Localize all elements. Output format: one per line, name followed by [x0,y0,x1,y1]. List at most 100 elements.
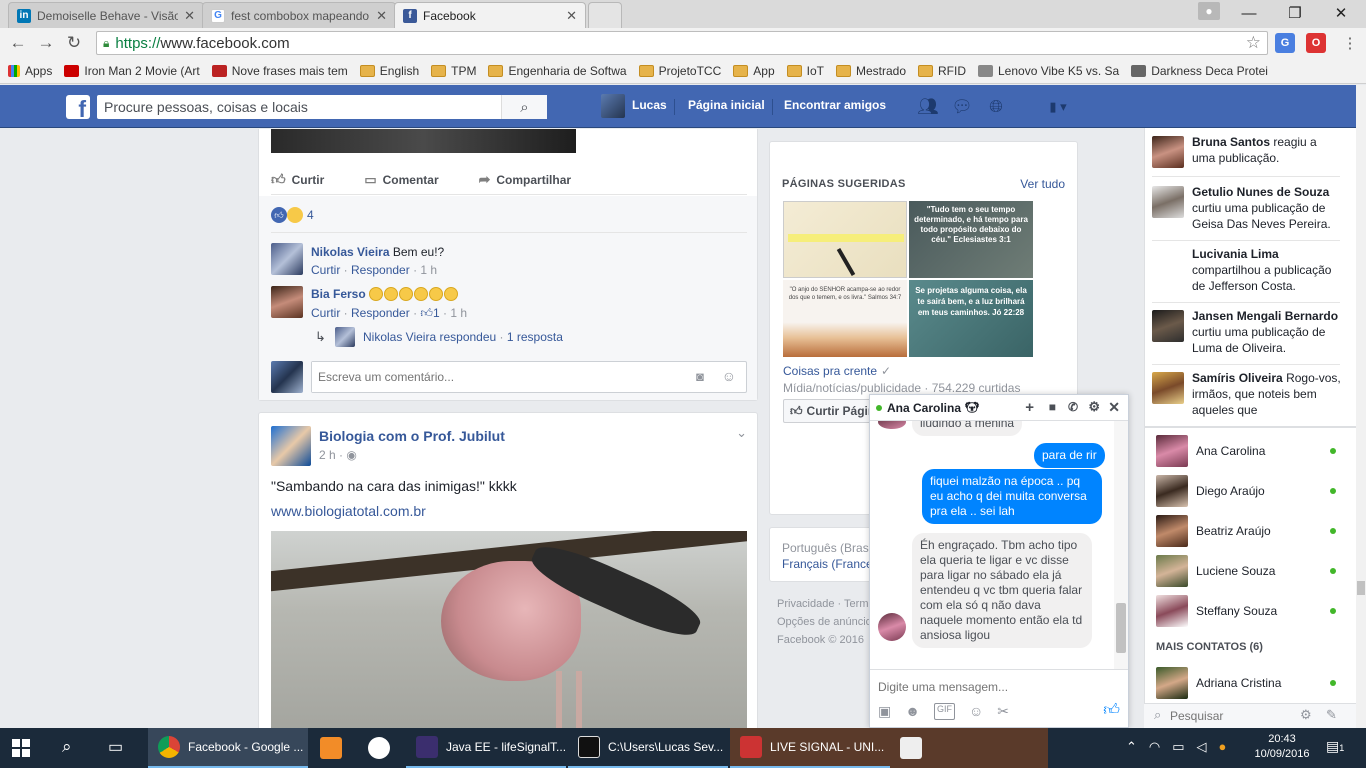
like-button[interactable]: 👍︎ Curtir [271,165,324,194]
comment-reply-link[interactable]: Responder [351,263,410,277]
bookmark-item[interactable]: Iron Man 2 Movie (Art [64,64,200,78]
task-view-icon[interactable]: ▭ [108,737,123,757]
ticker-item[interactable]: Bruna Santos reagiu a uma publicação. [1152,134,1342,168]
emoji-icon[interactable]: ☺ [969,703,983,720]
page-tile-angel[interactable]: "O anjo do SENHOR acampa-se ao redor dos… [783,280,907,357]
opera-extension-icon[interactable]: O [1306,33,1326,53]
battery-icon[interactable]: ▭ [1172,739,1184,755]
tab-linkedin[interactable]: in Demoiselle Behave - Visão ✕ [8,2,204,28]
user-avatar[interactable] [601,94,625,118]
bookmark-apps[interactable]: Apps [8,64,52,78]
comment-author[interactable]: Bia Ferso [311,287,366,301]
comment-button[interactable]: ▭ Comentar [364,165,438,194]
comment-reply-link[interactable]: Responder [351,306,410,320]
find-friends-link[interactable]: Encontrar amigos [784,98,886,112]
bookmark-item[interactable]: Lenovo Vibe K5 vs. Sa [978,64,1119,78]
close-icon[interactable]: ✕ [566,8,577,24]
gear-icon[interactable]: ⚙ [1088,399,1100,415]
chat-search-input[interactable] [1170,706,1290,726]
comment-input[interactable] [312,362,682,392]
tab-facebook[interactable]: f Facebook ✕ [394,2,586,28]
post-time[interactable]: 2 h [319,448,336,462]
notifications-icon[interactable]: ▤1 [1326,738,1344,755]
taskbar-java[interactable] [890,728,1048,768]
ticker-item[interactable]: Jansen Mengali Bernardo curtiu uma publi… [1152,308,1342,356]
contact-item[interactable]: Luciene Souza [1156,554,1346,588]
bookmark-folder[interactable]: ProjetoTCC [638,64,721,78]
bookmark-item[interactable]: Darkness Deca Protei [1131,64,1268,78]
scrollbar-thumb[interactable] [1116,603,1126,653]
facebook-logo[interactable]: f [66,95,90,119]
post-link[interactable]: www.biologiatotal.com.br [271,503,426,519]
message-input[interactable] [878,677,1118,697]
windows-start-icon[interactable] [12,739,30,757]
page-tile-verse[interactable]: Se projetas alguma coisa, ela te sairá b… [909,280,1033,357]
suggested-page-name[interactable]: Coisas pra crente ✓ [783,364,891,378]
page-name[interactable]: Biologia com o Prof. Jubilut [319,428,505,444]
home-link[interactable]: Página inicial [688,98,765,112]
new-tab-button[interactable] [588,2,622,28]
emoji-icon[interactable]: ☺ [722,368,736,384]
taskbar-chrome[interactable]: Facebook - Google ... [148,728,308,768]
taskbar-live-signal[interactable]: LIVE SIGNAL - UNI... [730,728,890,768]
comment-like-count[interactable]: 👍︎1 [420,306,439,320]
scrollbar-thumb[interactable] [1357,581,1365,595]
comment-like-link[interactable]: Curtir [311,306,340,320]
ticker-item[interactable]: Getulio Nunes de Souza curtiu uma public… [1152,184,1342,232]
minimize-button[interactable]: — [1226,0,1272,26]
video-call-icon[interactable]: ■ [1049,400,1056,414]
video-thumbnail[interactable] [271,531,747,731]
comment-like-link[interactable]: Curtir [311,263,340,277]
footer-ad-choices[interactable]: Opções de anúncios [777,613,880,631]
taskbar-eclipse[interactable]: Java EE - lifeSignalT... [406,728,566,768]
taskbar-media[interactable] [310,728,354,768]
volume-icon[interactable]: ◁ [1197,739,1207,755]
chat-header[interactable]: Ana Carolina 🐨︎ + ■ ✆ ⚙ ✕ [870,395,1128,421]
bookmark-folder[interactable]: English [359,64,419,78]
bookmark-folder[interactable]: IoT [786,64,824,78]
wifi-icon[interactable]: ◠ [1149,739,1160,755]
search-input[interactable] [97,95,497,119]
chat-scrollbar[interactable] [1114,421,1128,669]
photo-icon[interactable]: ▣ [878,703,891,720]
commenter-avatar[interactable] [271,286,303,318]
footer-privacy-terms[interactable]: Privacidade · Termos [777,595,880,613]
ticker-item[interactable]: Samíris Oliveira Rogo-vos, irmãos, que n… [1152,370,1342,426]
close-icon[interactable]: ✕ [376,8,387,24]
bookmark-star-icon[interactable]: ☆ [1246,33,1261,53]
page-avatar[interactable] [271,426,311,466]
translate-extension-icon[interactable]: G [1275,33,1295,53]
reload-button[interactable]: ↻ [62,32,86,54]
window-close-button[interactable]: ✕ [1318,0,1364,26]
friend-requests-icon[interactable]: 👥︎ [916,95,940,119]
bookmark-folder[interactable]: Mestrado [835,64,906,78]
notifications-globe-icon[interactable]: 🌐︎ [984,95,1008,119]
profile-link[interactable]: Lucas [632,98,667,112]
chevron-up-icon[interactable]: ⌃ [1126,739,1137,755]
share-button[interactable]: ➦ Compartilhar [479,165,571,194]
page-tile-quote[interactable]: "Tudo tem o seu tempo determinado, e há … [909,201,1033,278]
contact-item[interactable]: Ana Carolina [1156,434,1346,468]
chevron-down-icon[interactable]: ⌄ [736,425,747,441]
search-icon[interactable]: ⌕ [62,737,72,757]
close-icon[interactable]: ✕ [184,8,195,24]
contact-item[interactable]: Diego Araújo [1156,474,1346,508]
taskbar-explorer[interactable]: C:\Users\Lucas Sev... [568,728,728,768]
bookmark-item[interactable]: Nove frases mais tem [211,64,348,78]
tab-google[interactable]: G fest combobox mapeando ✕ [202,2,396,28]
camera-icon[interactable]: ◙ [696,369,704,384]
page-tile-bible[interactable] [783,201,907,278]
comment-author[interactable]: Nikolas Vieira [311,245,390,259]
clock[interactable]: 20:43 10/09/2016 [1252,732,1312,762]
search-icon[interactable]: ⌕ [501,95,547,119]
page-scrollbar[interactable] [1356,85,1366,728]
contact-item[interactable]: Adriana Cristina [1156,666,1346,700]
address-bar[interactable]: 🔒︎ https://www.facebook.com ☆ [96,31,1268,55]
language-link[interactable]: Français (France) [782,557,877,571]
contact-item[interactable]: Beatriz Araújo [1156,514,1346,548]
gear-icon[interactable]: ⚙ [1300,707,1312,723]
bookmark-folder[interactable]: RFID [918,64,966,78]
bookmark-folder[interactable]: App [733,64,775,78]
see-all-link[interactable]: Ver tudo [1020,177,1065,191]
gif-icon[interactable]: GIF [933,703,955,720]
